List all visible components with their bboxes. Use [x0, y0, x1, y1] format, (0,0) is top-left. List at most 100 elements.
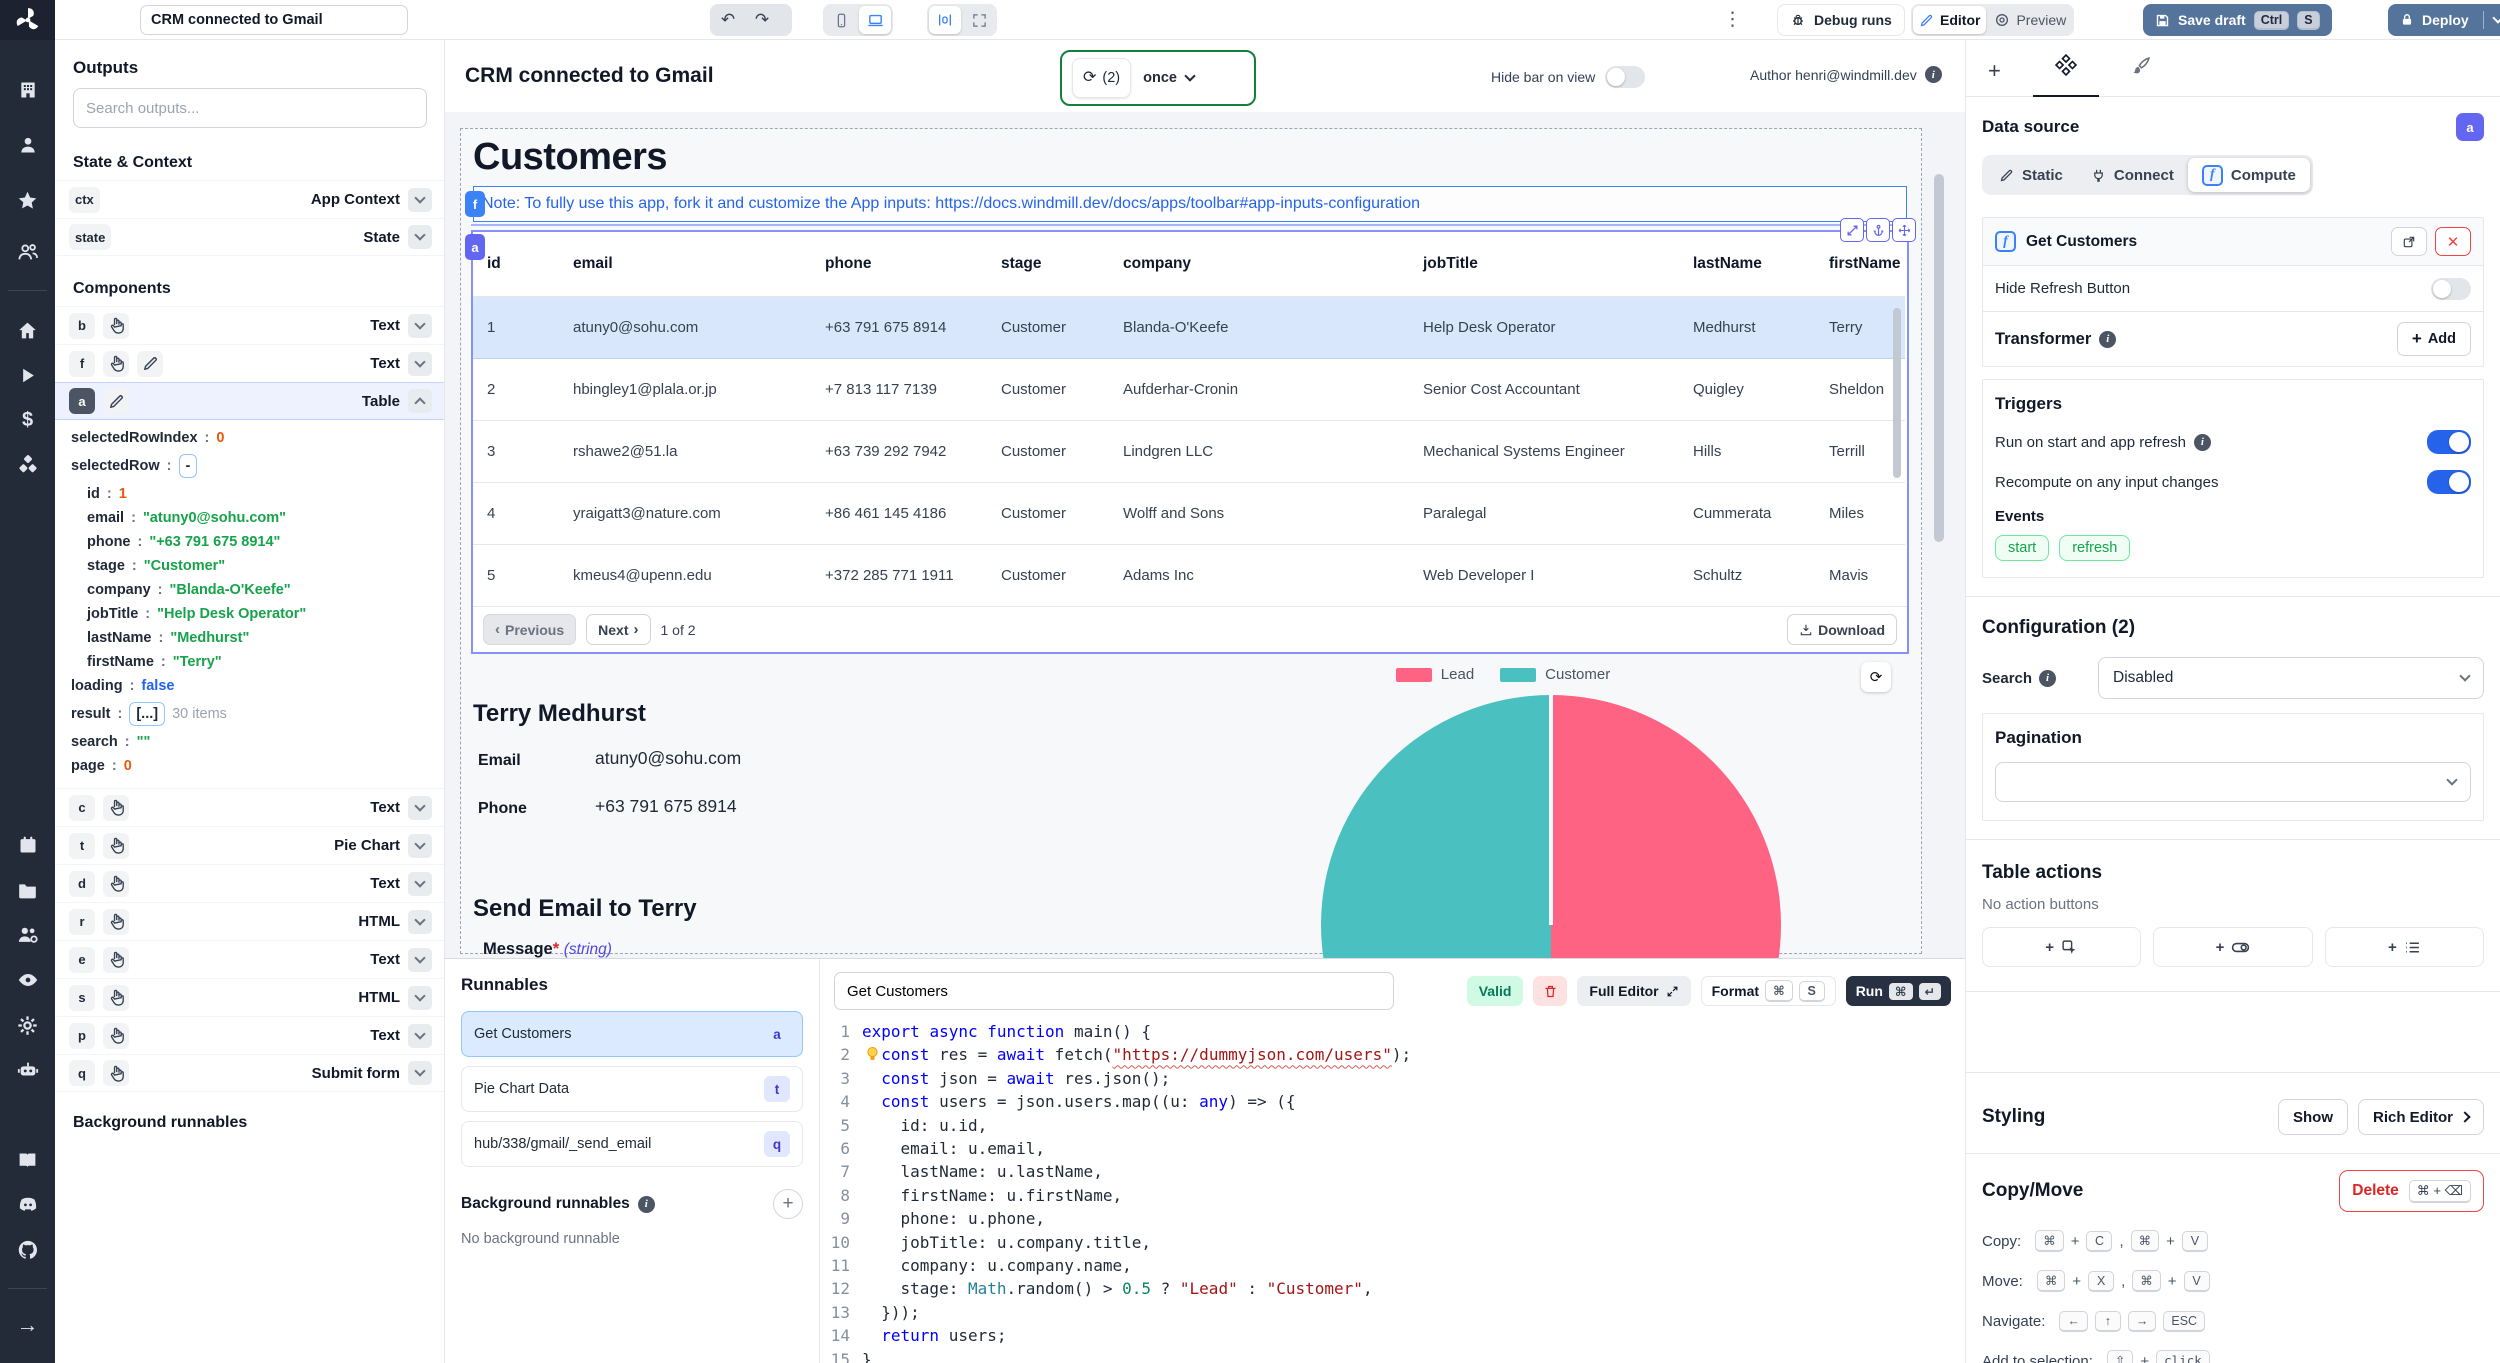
run-button[interactable]: Run ⌘ ↵: [1845, 976, 1951, 1006]
save-draft-button[interactable]: Save draft Ctrl S: [2143, 4, 2332, 36]
output-stage[interactable]: stage: "Customer": [55, 554, 444, 578]
runnable-item[interactable]: hub/338/gmail/_send_email q: [461, 1121, 803, 1167]
info-icon[interactable]: i: [1924, 66, 1942, 83]
sidebar-home-icon[interactable]: [17, 319, 39, 341]
output-jobTitle[interactable]: jobTitle: "Help Desk Operator": [55, 602, 444, 626]
desktop-view-button[interactable]: [859, 6, 891, 34]
table-row[interactable]: 4 yraigatt3@nature.com +86 461 145 4186 Cus…: [473, 482, 1905, 545]
anchor-component-button[interactable]: [1866, 218, 1890, 242]
tab-preview[interactable]: Preview: [1988, 6, 2072, 34]
customers-table-component[interactable]: id email phone stage company jobTitle lastName…: [471, 224, 1909, 652]
output-phone[interactable]: phone: "+63 791 675 8914": [55, 530, 444, 554]
delete-runnable-button[interactable]: [1533, 976, 1568, 1006]
expand-chevron-icon[interactable]: [408, 1023, 432, 1048]
mode-connect[interactable]: Connect: [2077, 158, 2188, 192]
sidebar-users-icon[interactable]: [17, 241, 39, 263]
redo-button[interactable]: ↷: [746, 6, 778, 34]
column-header-jobTitle[interactable]: jobTitle: [1409, 232, 1679, 297]
output-result[interactable]: result: [...] 30 items: [55, 698, 444, 730]
component-badge-f[interactable]: f: [465, 191, 485, 217]
expand-chevron-icon[interactable]: [408, 389, 432, 413]
download-button[interactable]: Download: [1787, 614, 1897, 645]
column-header-email[interactable]: email: [559, 232, 811, 297]
table-row[interactable]: 3 rshawe2@51.la +63 739 292 7942 Customer Li…: [473, 420, 1905, 483]
mode-compute[interactable]: f Compute: [2187, 158, 2310, 192]
sidebar-folder-icon[interactable]: [17, 879, 39, 901]
previous-page-button[interactable]: ‹ Previous: [483, 614, 577, 645]
component-row-s[interactable]: s HTML: [55, 978, 444, 1016]
sidebar-star-icon[interactable]: [17, 189, 39, 211]
component-row-d[interactable]: d Text: [55, 864, 444, 902]
code-editor[interactable]: 1 2 3 4 5 6 7 8 9 10 11 12 13 14 15 export async funct…: [820, 1020, 1965, 1363]
sidebar-eye-icon[interactable]: [17, 969, 39, 991]
component-row-a[interactable]: a Table: [55, 382, 444, 420]
search-outputs-input[interactable]: [73, 88, 427, 128]
add-transformer-button[interactable]: + Add: [2396, 322, 2471, 356]
expand-chevron-icon[interactable]: [408, 947, 432, 972]
component-row-e[interactable]: e Text: [55, 940, 444, 978]
info-icon[interactable]: i: [2193, 433, 2211, 451]
column-header-phone[interactable]: phone: [811, 232, 987, 297]
output-page[interactable]: page:0: [55, 754, 444, 778]
sidebar-building-icon[interactable]: [17, 79, 39, 101]
tab-insert[interactable]: +: [1988, 60, 2001, 96]
lightbulb-icon[interactable]: [864, 1045, 881, 1062]
legend-item-lead[interactable]: Lead: [1395, 666, 1474, 683]
context-row-state[interactable]: state State: [55, 218, 444, 256]
open-runnable-button[interactable]: [2391, 227, 2427, 256]
table-row[interactable]: 2 hbingley1@plala.or.jp +7 813 117 7139 Cus…: [473, 358, 1905, 421]
search-mode-select[interactable]: Disabled: [2098, 657, 2484, 699]
pagination-select[interactable]: [1995, 762, 2471, 802]
component-row-t[interactable]: t Pie Chart: [55, 826, 444, 864]
tab-styling[interactable]: [2131, 55, 2152, 96]
column-header-id[interactable]: id: [473, 232, 559, 297]
component-row-f[interactable]: f Text: [55, 344, 444, 382]
output-id[interactable]: id:1: [55, 482, 444, 506]
expand-chevron-icon[interactable]: [408, 833, 432, 858]
deploy-dropdown-chevron-icon[interactable]: [2492, 12, 2500, 24]
expand-chevron-icon[interactable]: [408, 871, 432, 896]
expand-chevron-icon[interactable]: [408, 795, 432, 820]
deploy-button[interactable]: Deploy: [2388, 4, 2500, 36]
component-row-p[interactable]: p Text: [55, 1016, 444, 1054]
sidebar-calendar-icon[interactable]: [17, 834, 39, 856]
note-text-component[interactable]: Note: To fully use this app, fork it and…: [473, 186, 1907, 222]
output-selectedRow[interactable]: selectedRow: -: [55, 450, 444, 482]
expand-chevron-icon[interactable]: [408, 351, 432, 376]
component-row-r[interactable]: r HTML: [55, 902, 444, 940]
column-header-company[interactable]: company: [1109, 232, 1409, 297]
output-firstName[interactable]: firstName: "Terry": [55, 650, 444, 674]
output-company[interactable]: company: "Blanda-O'Keefe": [55, 578, 444, 602]
add-button-action[interactable]: +: [1982, 927, 2142, 967]
table-row[interactable]: 5 kmeus4@upenn.edu +372 285 771 1911 Custom…: [473, 544, 1905, 607]
undo-button[interactable]: ↶: [712, 6, 744, 34]
output-selectedRowIndex[interactable]: selectedRowIndex:0: [55, 426, 444, 450]
legend-item-customer[interactable]: Customer: [1500, 666, 1610, 683]
sidebar-person-icon[interactable]: [17, 134, 39, 156]
detach-runnable-button[interactable]: ✕: [2435, 227, 2471, 256]
chart-refresh-button[interactable]: ⟳: [1861, 662, 1891, 692]
expand-chevron-icon[interactable]: [408, 187, 432, 212]
column-header-stage[interactable]: stage: [987, 232, 1109, 297]
expand-chevron-icon[interactable]: [408, 1061, 432, 1085]
sidebar-discord-icon[interactable]: [17, 1194, 39, 1216]
mode-static[interactable]: Static: [1985, 158, 2077, 192]
expand-chevron-icon[interactable]: [408, 985, 432, 1010]
run-on-start-toggle[interactable]: [2427, 430, 2471, 454]
table-row[interactable]: 1 atuny0@sohu.com +63 791 675 8914 Customer…: [473, 295, 1905, 359]
expand-chevron-icon[interactable]: [408, 313, 432, 338]
expand-component-button[interactable]: [1840, 218, 1864, 242]
windmill-logo-icon[interactable]: [0, 0, 55, 40]
expand-chevron-icon[interactable]: [408, 225, 432, 249]
component-badge-a[interactable]: a: [465, 234, 485, 260]
sidebar-arrow-right-icon[interactable]: →: [17, 1314, 39, 1336]
sidebar-robot-icon[interactable]: [17, 1059, 39, 1081]
add-background-runnable-button[interactable]: +: [773, 1189, 803, 1219]
sidebar-cubes-icon[interactable]: [17, 454, 39, 476]
more-menu-button[interactable]: ⋮: [1723, 8, 1743, 31]
hide-bar-toggle[interactable]: [1605, 66, 1646, 88]
recompute-toggle[interactable]: [2427, 470, 2471, 494]
add-select-action[interactable]: +: [2324, 927, 2484, 967]
show-styling-button[interactable]: Show: [2277, 1099, 2348, 1135]
rich-editor-button[interactable]: Rich Editor: [2357, 1099, 2484, 1135]
